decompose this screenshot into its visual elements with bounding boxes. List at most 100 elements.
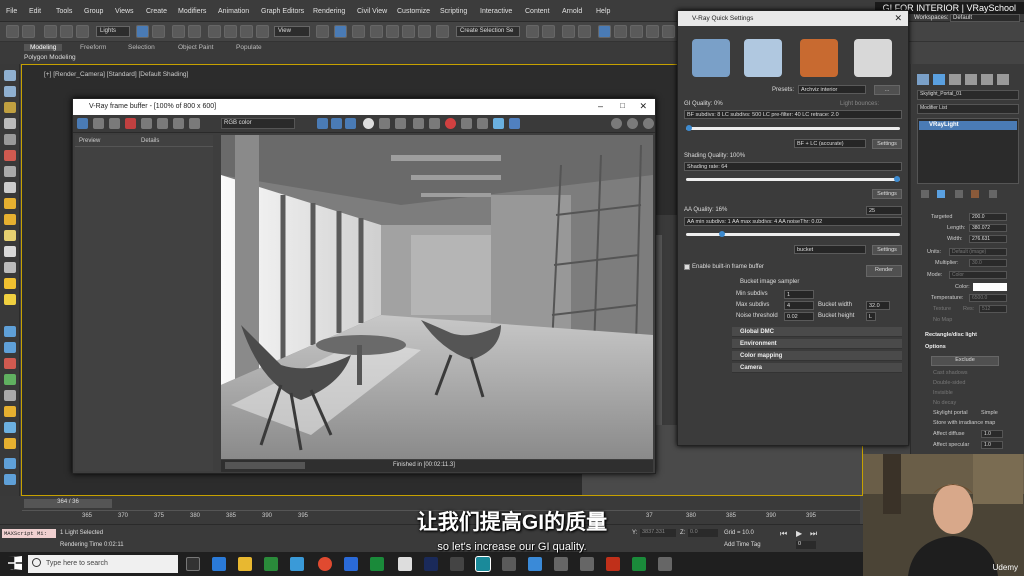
minimize-icon[interactable]: – [598,101,603,111]
menu-scripting[interactable]: Scripting [440,8,467,15]
vfb-zoom-icon[interactable] [611,118,622,129]
object-name-input[interactable]: Skylight_Portal_01 [917,90,1019,100]
exterior-preset-icon[interactable] [692,39,730,77]
workspaces-select[interactable]: Default [950,14,1020,22]
taskbar-search-box[interactable]: Type here to search [28,555,178,573]
texture-map-button[interactable]: No Map [933,317,952,323]
gi-quality-slider[interactable] [686,125,900,131]
channel-select[interactable]: RGB color [221,118,295,129]
schematic-view-icon[interactable] [630,25,643,38]
vray-decal-icon[interactable] [4,406,16,417]
unlink-icon[interactable] [60,25,73,38]
vfb-lens-icon[interactable] [493,118,504,129]
menu-create[interactable]: Create [146,8,167,15]
windows-start-icon[interactable] [8,556,22,570]
vfb-track-mouse-icon[interactable] [477,118,488,129]
maximize-icon[interactable]: □ [620,101,625,110]
options-rollout[interactable]: Options [925,344,946,350]
modifier-stack-item[interactable]: VRayLight [919,121,1017,130]
vfb-save-image-icon[interactable] [395,118,406,129]
vfb-bucket-icon[interactable] [509,118,520,129]
vfb-status-icons[interactable] [225,462,305,469]
place-icon[interactable] [256,25,269,38]
calculator-icon[interactable] [398,557,412,571]
rectangle-disc-rollout[interactable]: Rectangle/disc light [925,332,977,338]
sampler-select[interactable]: bucket [794,245,866,254]
pivot-center-icon[interactable] [316,25,329,38]
blue-channel-icon[interactable] [345,118,356,129]
gi-engine-select[interactable]: BF + LC (accurate) [794,139,866,148]
vfb-stop-icon[interactable] [445,118,456,129]
vray-plane-icon[interactable] [4,358,16,369]
make-unique-icon[interactable] [955,190,963,198]
vfb-layers-icon[interactable] [93,118,104,129]
gi-settings-button[interactable]: Settings [872,139,902,149]
vfb-settings-icon[interactable] [643,118,654,129]
configure-sets-icon[interactable] [989,190,997,198]
bucket-height-lock[interactable]: L [866,312,876,321]
excel-icon[interactable] [370,557,384,571]
vray-light-icon[interactable] [4,198,16,209]
select-by-name-icon[interactable] [152,25,165,38]
units-select[interactable]: Default (image) [949,248,1007,256]
create-shape-icon[interactable] [4,134,16,145]
link-icon[interactable] [44,25,57,38]
aa-quality-slider[interactable] [686,231,900,237]
temperature-input[interactable]: 6500.0 [969,294,1007,302]
tab-freeform[interactable]: Freeform [80,44,106,51]
reference-coordinate-select[interactable]: View [274,26,310,37]
store-irradiance-option[interactable]: Store with irradiance map [933,420,995,426]
snaps-toggle-icon[interactable] [370,25,383,38]
shading-quality-knob[interactable] [894,176,900,182]
fire-preset-icon[interactable] [800,39,838,77]
interior-preset-icon[interactable] [744,39,782,77]
vray-mesh-icon[interactable] [4,374,16,385]
angle-snap-icon[interactable] [386,25,399,38]
file-explorer-icon[interactable] [238,557,252,571]
selection-filter-select[interactable]: Lights [96,26,130,37]
create-tab-icon[interactable] [917,74,929,85]
window-crossing-icon[interactable] [188,25,201,38]
vray-ambient-light-icon[interactable] [4,246,16,257]
modifier-list-select[interactable]: Modifier List [917,104,1019,114]
move-icon[interactable] [208,25,221,38]
powerpoint-icon[interactable] [606,557,620,571]
mono-icon[interactable] [379,118,390,129]
mail-icon[interactable] [290,557,304,571]
simple-option[interactable]: Simple [981,410,998,416]
noise-threshold-input[interactable]: 0.02 [784,312,814,321]
rendered-image[interactable] [221,135,653,459]
create-helper-icon[interactable] [4,150,16,161]
menu-edit[interactable]: Edit [29,8,41,15]
mode-select[interactable]: Color [949,271,1007,279]
bind-space-warp-icon[interactable] [76,25,89,38]
green-channel-icon[interactable] [331,118,342,129]
vfb-region-icon[interactable] [461,118,472,129]
multiplier-input[interactable]: 30.0 [969,259,1007,267]
rollout-environment[interactable]: Environment [732,339,902,349]
tab-object-paint[interactable]: Object Paint [178,44,213,51]
skylight-portal-option[interactable]: Skylight portal [933,410,968,416]
photoshop-icon[interactable] [424,557,438,571]
rotate-icon[interactable] [224,25,237,38]
vfb-render-icon[interactable] [125,118,136,129]
vfb-stamp-icon[interactable] [189,118,200,129]
rectangular-selection-icon[interactable] [172,25,185,38]
menu-arnold[interactable]: Arnold [562,8,582,15]
vray-clipper-icon[interactable] [4,390,16,401]
taskbar-app-icon[interactable] [502,557,516,571]
scene-explorer-icon[interactable] [562,25,575,38]
material-editor-icon[interactable] [646,25,659,38]
vfb-duplicate-icon[interactable] [429,118,440,129]
vray-fur-icon[interactable] [4,342,16,353]
select-manipulate-icon[interactable] [334,25,347,38]
hierarchy-tab-icon[interactable] [949,74,961,85]
exclude-button[interactable]: Exclude [931,356,999,366]
chrome-icon[interactable] [318,557,332,571]
display-tab-icon[interactable] [981,74,993,85]
create-box-icon[interactable] [4,70,16,81]
menu-customize[interactable]: Customize [397,8,430,15]
vray-volume-icon[interactable] [4,422,16,433]
affect-diffuse-input[interactable]: 1.0 [981,430,1003,438]
show-end-result-icon[interactable] [937,190,945,198]
